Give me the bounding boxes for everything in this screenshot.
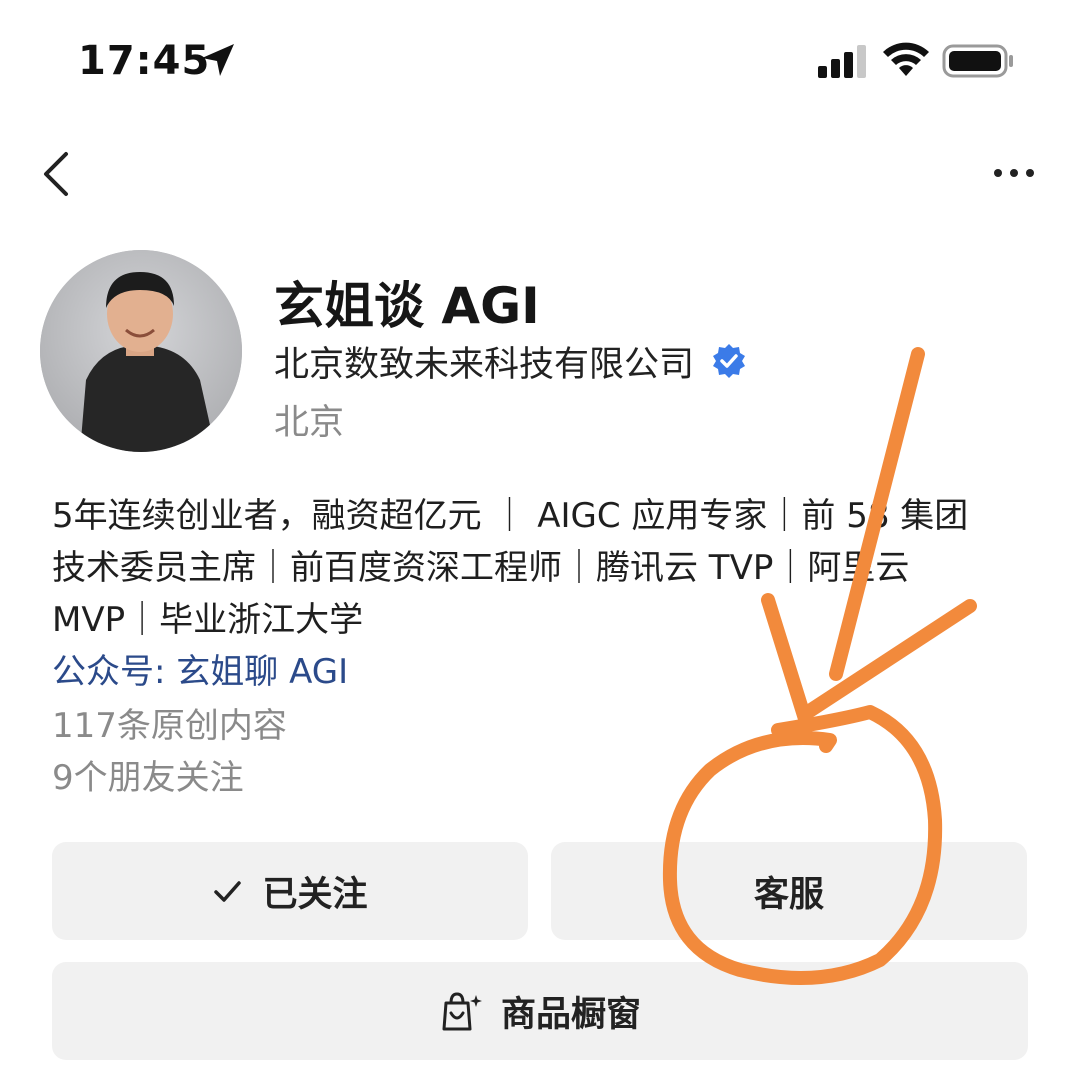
customer-service-button[interactable]: 客服	[551, 842, 1027, 940]
bio-line: MVP｜毕业浙江大学	[52, 600, 364, 640]
shop-window-label: 商品橱窗	[500, 994, 641, 1035]
avatar[interactable]	[40, 250, 242, 452]
original-posts-count[interactable]: 117条原创内容	[52, 700, 287, 752]
company-row: 北京数致未来科技有限公司	[274, 336, 748, 386]
wifi-icon	[883, 42, 929, 76]
friends-following[interactable]: 9个朋友关注	[52, 752, 244, 804]
official-account-link[interactable]: 公众号: 玄姐聊 AGI	[52, 646, 348, 698]
back-button[interactable]	[36, 148, 80, 200]
shop-window-button[interactable]: 商品橱窗	[52, 962, 1028, 1060]
more-options-button[interactable]	[988, 158, 1040, 188]
checkmark-icon	[214, 881, 242, 902]
verified-badge-icon	[713, 344, 746, 378]
person-photo-icon	[40, 250, 242, 452]
customer-service-label: 客服	[753, 874, 824, 915]
following-button[interactable]: 已关注	[52, 842, 528, 940]
battery-icon	[942, 44, 1013, 78]
shopping-bag-icon	[442, 992, 482, 1031]
location-text: 北京	[274, 403, 345, 443]
bio: 5年连续创业者，融资超亿元 ｜ AIGC 应用专家｜前 58 集团 技术委员主席…	[52, 490, 1012, 646]
cellular-signal-icon	[818, 45, 866, 78]
following-label: 已关注	[262, 874, 368, 915]
account-name: 玄姐谈 AGI	[274, 277, 540, 335]
status-time: 17:45	[78, 38, 211, 84]
location-arrow-icon	[202, 44, 234, 76]
company-name: 北京数致未来科技有限公司	[274, 344, 695, 385]
bio-line: 5年连续创业者，融资超亿元 ｜ AIGC 应用专家｜前 58 集团	[52, 496, 969, 536]
bio-line: 技术委员主席｜前百度资深工程师｜腾讯云 TVP｜阿里云	[52, 548, 910, 588]
